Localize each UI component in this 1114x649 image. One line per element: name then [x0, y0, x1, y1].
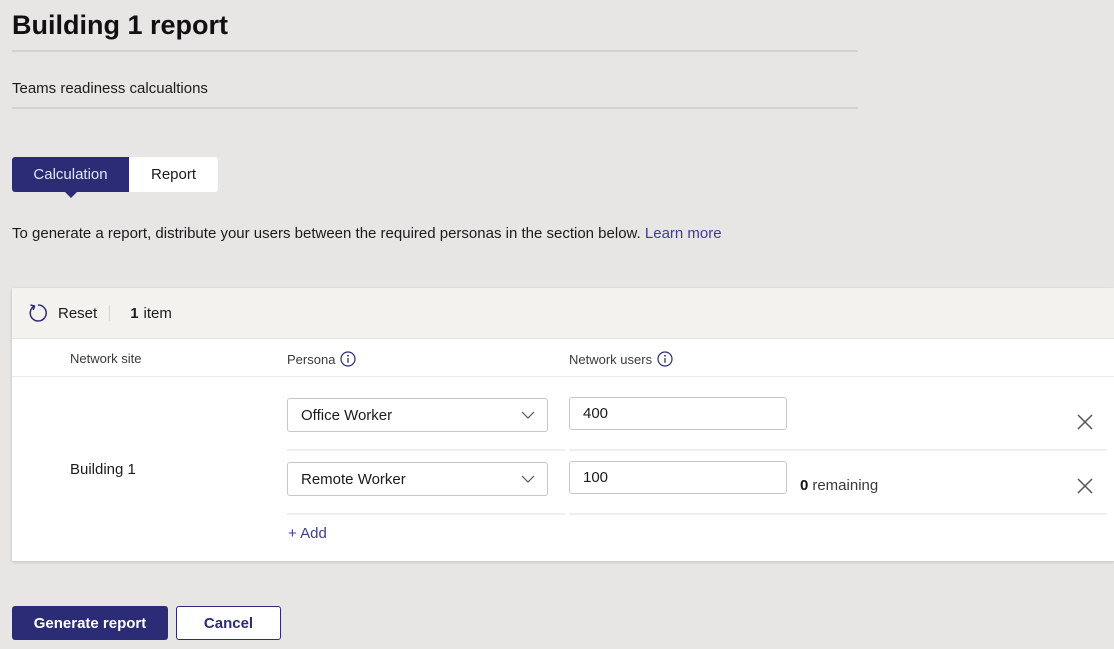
item-count-number: 1 — [130, 304, 139, 322]
close-icon[interactable] — [1076, 477, 1094, 495]
persona-select-value: Office Worker — [301, 406, 393, 424]
network-users-input[interactable] — [569, 461, 787, 494]
add-persona-link[interactable]: + Add — [288, 525, 327, 542]
remaining-label: remaining — [812, 477, 879, 494]
persona-select[interactable]: Remote Worker — [287, 462, 548, 496]
reset-label: Reset — [58, 304, 98, 322]
column-label: Network users — [569, 351, 653, 367]
toolbar: Reset 1 item — [12, 288, 1114, 339]
item-count: 1 item — [130, 305, 172, 322]
chevron-down-icon — [521, 411, 535, 419]
close-icon[interactable] — [1076, 413, 1094, 431]
column-header-persona: Persona — [287, 351, 357, 367]
column-label: Network site — [70, 351, 142, 366]
cancel-button[interactable]: Cancel — [176, 606, 281, 640]
subtitle-divider — [12, 107, 858, 109]
row-divider — [569, 513, 1107, 515]
generate-report-button[interactable]: Generate report — [12, 606, 168, 640]
instructions: To generate a report, distribute your us… — [12, 225, 722, 242]
tab-calculation[interactable]: Calculation — [12, 157, 129, 198]
network-users-input[interactable] — [569, 397, 787, 430]
column-label: Persona — [287, 351, 336, 367]
instructions-text: To generate a report, distribute your us… — [12, 225, 645, 242]
page: Building 1 report Teams readiness calcua… — [0, 0, 1114, 649]
row-divider — [569, 449, 1107, 451]
reset-button[interactable]: Reset — [27, 302, 97, 324]
chevron-down-icon — [521, 475, 535, 483]
toolbar-separator — [109, 305, 111, 321]
row-divider — [287, 449, 565, 451]
tab-report[interactable]: Report — [129, 157, 218, 192]
network-site-name: Building 1 — [70, 461, 136, 478]
page-title: Building 1 report — [12, 10, 228, 40]
learn-more-link[interactable]: Learn more — [645, 225, 722, 242]
tab-list: Calculation Report — [12, 157, 218, 198]
table-header: Network site Persona Network users — [12, 339, 1114, 377]
info-icon[interactable] — [340, 351, 357, 367]
personas-card: Reset 1 item Network site Persona Network… — [12, 288, 1114, 561]
column-header-network-users: Network users — [569, 351, 673, 367]
persona-select-value: Remote Worker — [301, 470, 406, 488]
persona-select[interactable]: Office Worker — [287, 398, 548, 432]
column-header-network-site: Network site — [70, 351, 142, 366]
refresh-icon — [29, 304, 47, 322]
item-count-label: item — [143, 304, 172, 322]
page-subtitle: Teams readiness calcualtions — [12, 80, 208, 97]
row-divider — [287, 513, 565, 515]
remaining-count: 0 remaining — [800, 477, 878, 494]
info-icon[interactable] — [657, 351, 673, 367]
remaining-number: 0 — [800, 477, 809, 494]
title-divider — [12, 50, 858, 52]
